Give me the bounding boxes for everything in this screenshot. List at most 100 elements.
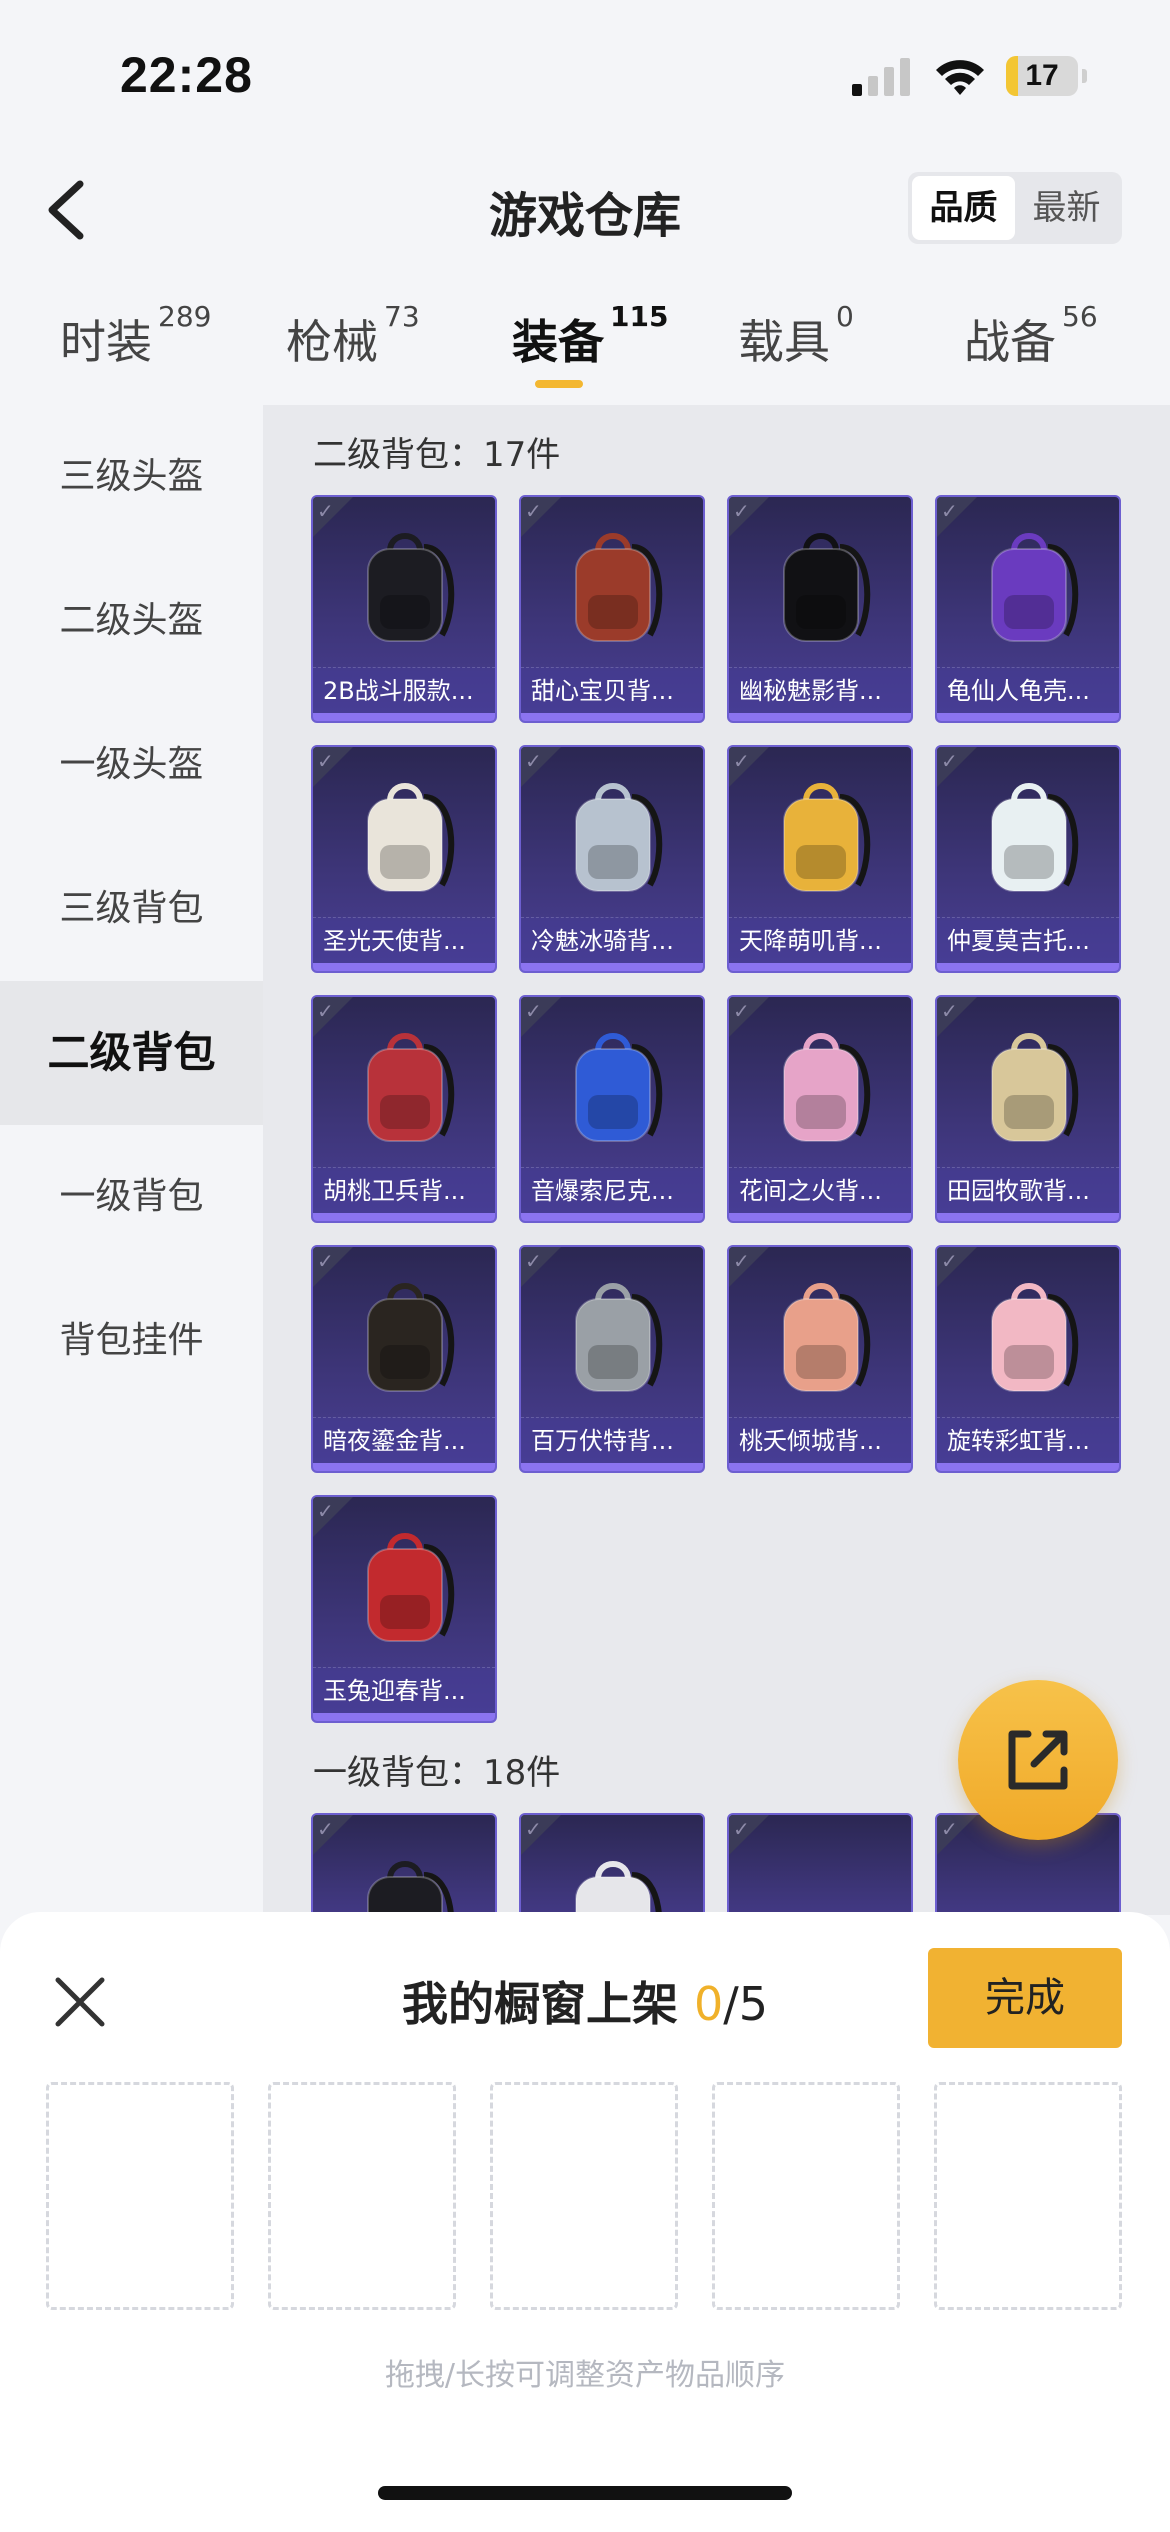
item-card[interactable]: ✓ 幽秘魅影背... [727,495,913,723]
backpack-icon [783,533,871,642]
done-button[interactable]: 完成 [928,1948,1122,2048]
backpack-icon [367,783,455,892]
tab-supplies[interactable]: 战备 56 [964,300,1098,372]
item-name: 田园牧歌背... [937,1167,1119,1213]
rarity-bar [729,963,911,971]
item-card[interactable]: ✓ [311,1813,497,1915]
backpack-icon [991,1033,1079,1142]
rarity-bar [937,1463,1119,1471]
item-card[interactable]: ✓ 甜心宝贝背... [519,495,705,723]
tab-vehicles[interactable]: 载具 0 [738,300,854,372]
tab-equipment[interactable]: 装备 115 [512,300,668,372]
showcase-slot[interactable] [934,2082,1122,2310]
backpack-icon [367,1861,454,1915]
share-button[interactable] [958,1680,1118,1840]
item-name: 甜心宝贝背... [521,667,703,713]
rarity-bar [313,1713,495,1721]
sidebar-item-level2-helmet[interactable]: 二级头盔 [0,549,263,693]
battery-icon: 17 [1006,56,1087,96]
backpack-icon [575,1283,663,1392]
tab-label: 时装 [60,315,152,369]
backpack-icon [367,1533,455,1642]
item-name: 百万伏特背... [521,1417,703,1463]
item-card[interactable]: ✓ 百万伏特背... [519,1245,705,1473]
checkmark-icon: ✓ [733,1249,750,1273]
item-card[interactable]: ✓ 旋转彩虹背... [935,1245,1121,1473]
rarity-bar [313,963,495,971]
item-card[interactable]: ✓ 花间之火背... [727,995,913,1223]
item-name: 龟仙人龟壳... [937,667,1119,713]
tab-fashion[interactable]: 时装 289 [60,300,211,372]
tab-label: 战备 [964,315,1056,369]
item-card[interactable]: ✓ 天降萌叽背... [727,745,913,973]
checkmark-icon: ✓ [733,1817,750,1841]
item-name: 冷魅冰骑背... [521,917,703,963]
checkmark-icon: ✓ [525,499,542,523]
checkmark-icon: ✓ [733,499,750,523]
item-name: 胡桃卫兵背... [313,1167,495,1213]
checkmark-icon: ✓ [317,749,334,773]
item-card[interactable]: ✓ 仲夏莫吉托... [935,745,1121,973]
item-name: 旋转彩虹背... [937,1417,1119,1463]
checkmark-icon: ✓ [941,1249,958,1273]
rarity-bar [937,713,1119,721]
rarity-bar [313,1463,495,1471]
tab-count: 115 [610,300,669,333]
item-card[interactable]: ✓ 桃夭倾城背... [727,1245,913,1473]
sort-option-newest[interactable]: 最新 [1015,176,1118,240]
item-name: 桃夭倾城背... [729,1417,911,1463]
checkmark-icon: ✓ [941,499,958,523]
item-card[interactable]: ✓ 2B战斗服款... [311,495,497,723]
battery-tip [1082,69,1087,83]
checkmark-icon: ✓ [525,749,542,773]
tab-count: 289 [158,300,212,333]
showcase-slot[interactable] [490,2082,678,2310]
item-card[interactable]: ✓ 龟仙人龟壳... [935,495,1121,723]
header: 游戏仓库 品质 最新 [0,150,1170,270]
showcase-slot[interactable] [46,2082,234,2310]
wifi-icon [936,60,984,95]
tab-count: 56 [1062,300,1098,333]
item-card[interactable]: ✓ [519,1813,705,1915]
sidebar-item-level1-backpack[interactable]: 一级背包 [0,1125,263,1269]
tab-count: 0 [836,300,854,333]
tab-label: 载具 [738,315,830,369]
item-card[interactable]: ✓ 音爆索尼克... [519,995,705,1223]
sidebar-item-backpack-charms[interactable]: 背包挂件 [0,1269,263,1413]
showcase-slot[interactable] [712,2082,900,2310]
status-time: 22:28 [120,47,253,103]
showcase-slot[interactable] [268,2082,456,2310]
checkmark-icon: ✓ [317,999,334,1023]
checkmark-icon: ✓ [317,499,334,523]
checkmark-icon: ✓ [525,1817,542,1841]
sort-option-quality[interactable]: 品质 [912,176,1015,240]
sidebar: 三级头盔 二级头盔 一级头盔 三级背包 二级背包 一级背包 背包挂件 [0,405,263,1915]
battery-level: 17 [1025,59,1059,92]
sidebar-item-level1-helmet[interactable]: 一级头盔 [0,693,263,837]
section-title: 二级背包：17件 [313,435,561,475]
backpack-icon [575,783,663,892]
sidebar-item-level3-helmet[interactable]: 三级头盔 [0,405,263,549]
tab-label: 枪械 [286,315,378,369]
home-indicator [378,2486,792,2500]
checkmark-icon: ✓ [941,999,958,1023]
tab-firearms[interactable]: 枪械 73 [286,300,420,372]
item-card[interactable]: ✓ 圣光天使背... [311,745,497,973]
sidebar-item-level3-backpack[interactable]: 三级背包 [0,837,263,981]
backpack-icon [575,533,663,642]
backpack-icon [991,533,1079,642]
item-card[interactable]: ✓ 胡桃卫兵背... [311,995,497,1223]
item-name: 2B战斗服款... [313,667,495,713]
checkmark-icon: ✓ [317,1817,334,1841]
active-tab-indicator [535,380,583,388]
item-card[interactable]: ✓ 玉兔迎春背... [311,1495,497,1723]
item-card[interactable]: ✓ [727,1813,913,1915]
showcase-count: 0 [693,1977,724,2031]
item-card[interactable]: ✓ 冷魅冰骑背... [519,745,705,973]
backpack-icon [783,783,871,892]
item-card[interactable]: ✓ 田园牧歌背... [935,995,1121,1223]
backpack-icon [991,783,1079,892]
rarity-bar [313,713,495,721]
item-card[interactable]: ✓ 暗夜鎏金背... [311,1245,497,1473]
sidebar-item-level2-backpack[interactable]: 二级背包 [0,981,263,1125]
